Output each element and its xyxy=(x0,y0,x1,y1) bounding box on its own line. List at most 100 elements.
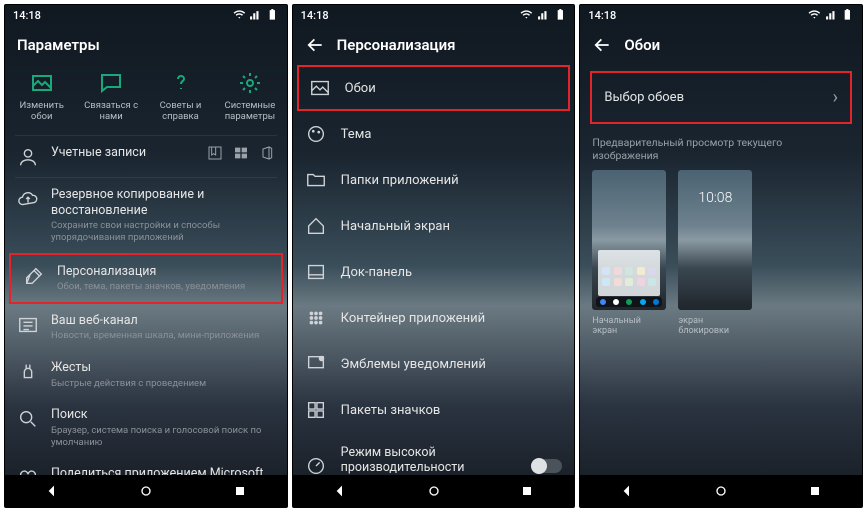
row-title: Жесты xyxy=(51,360,275,376)
row-title: Поиск xyxy=(51,407,275,423)
back-button[interactable] xyxy=(592,35,612,55)
wifi-icon xyxy=(233,9,246,22)
item-drawer[interactable]: Контейнер приложений xyxy=(293,295,575,341)
nav-recents[interactable] xyxy=(232,483,248,499)
preview-heading: Предварительный просмотр текущего изобра… xyxy=(580,136,862,170)
row-sub: Браузер, система поиска и голосовой поис… xyxy=(51,425,275,449)
nav-home[interactable] xyxy=(713,483,729,499)
item-label: Контейнер приложений xyxy=(341,311,563,326)
screen-personalization: 14:18 Персонализация Обои Тема Папки при… xyxy=(292,4,576,508)
quick-actions: Изменить обои Связаться с нами Советы и … xyxy=(5,65,287,135)
dock-icon xyxy=(305,261,327,283)
preview-thumb-lock: 10:08 xyxy=(678,170,752,310)
heart-icon xyxy=(17,467,39,475)
nav-recents[interactable] xyxy=(807,483,823,499)
row-share[interactable]: Поделиться приложением Microsoft Launche… xyxy=(5,457,287,475)
signal-icon xyxy=(537,9,550,22)
row-sub: Сохраните свои настройки и способы упоря… xyxy=(51,220,275,244)
row-accounts[interactable]: Учетные записи xyxy=(5,136,287,177)
home-icon xyxy=(305,215,327,237)
row-title: Поделиться приложением Microsoft Launche… xyxy=(51,466,275,475)
office-icon xyxy=(259,145,275,161)
item-performance[interactable]: Режим высокой производительности Отключи… xyxy=(293,433,575,475)
item-label: Пакеты значков xyxy=(341,403,563,418)
row-title: Персонализация xyxy=(57,264,269,280)
screen-wallpaper: 14:18 Обои Выбор обоев › Предварительный… xyxy=(579,4,863,508)
row-sub: Обои, тема, пакеты значков, уведомления xyxy=(57,281,269,293)
status-icons xyxy=(233,6,279,24)
nav-home[interactable] xyxy=(426,483,442,499)
preview-row: Начальный экран 10:08 экран блокировки xyxy=(580,170,862,336)
news-icon xyxy=(17,314,39,336)
account-app-icons xyxy=(207,145,275,161)
gesture-icon xyxy=(17,361,39,383)
wifi-icon xyxy=(808,9,821,22)
performance-toggle[interactable] xyxy=(532,459,562,473)
row-personalization[interactable]: ПерсонализацияОбои, тема, пакеты значков… xyxy=(9,253,283,304)
item-label: Папки приложений xyxy=(341,173,563,188)
preview-lock[interactable]: 10:08 экран блокировки xyxy=(678,170,752,336)
nav-back[interactable] xyxy=(44,483,60,499)
screen-settings: 14:18 Параметры Изменить обои Связаться … xyxy=(4,4,288,508)
qa-contact[interactable]: Связаться с нами xyxy=(80,71,142,123)
qa-system[interactable]: Системные параметры xyxy=(219,71,281,123)
header: Персонализация xyxy=(293,25,575,65)
row-sub: Быстрые действия с проведением xyxy=(51,378,275,390)
row-backup[interactable]: Резервное копирование и восстановлениеСо… xyxy=(5,178,287,253)
iconpack-icon xyxy=(305,399,327,421)
item-badges[interactable]: Эмблемы уведомлений xyxy=(293,341,575,387)
clock: 14:18 xyxy=(13,9,41,22)
status-bar: 14:18 xyxy=(5,5,287,25)
chat-icon xyxy=(99,71,123,95)
clock: 14:18 xyxy=(301,9,329,22)
back-button[interactable] xyxy=(305,35,325,55)
item-folders[interactable]: Папки приложений xyxy=(293,157,575,203)
qa-help[interactable]: Советы и справка xyxy=(150,71,212,123)
gear-icon xyxy=(238,71,262,95)
item-label: Начальный экран xyxy=(341,219,563,234)
chevron-right-icon: › xyxy=(833,87,838,108)
windows-icon xyxy=(233,145,249,161)
row-title: Учетные записи xyxy=(51,145,195,161)
wallpaper-select-row[interactable]: Выбор обоев › xyxy=(590,71,852,124)
status-icons xyxy=(520,6,566,24)
nav-bar xyxy=(5,475,287,507)
picture-icon xyxy=(30,71,54,95)
preview-home[interactable]: Начальный экран xyxy=(592,170,666,336)
header: Параметры xyxy=(5,25,287,65)
bookmark-icon xyxy=(207,145,223,161)
nav-back[interactable] xyxy=(332,483,348,499)
personalization-list: Обои Тема Папки приложений Начальный экр… xyxy=(293,65,575,475)
qa-label: Связаться с нами xyxy=(80,101,142,123)
status-bar: 14:18 xyxy=(293,5,575,25)
nav-bar xyxy=(293,475,575,507)
preview-thumb-home xyxy=(592,170,666,310)
wifi-icon xyxy=(520,9,533,22)
help-icon xyxy=(169,71,193,95)
qa-wallpaper[interactable]: Изменить обои xyxy=(11,71,73,123)
item-dock[interactable]: Док-панель xyxy=(293,249,575,295)
nav-home[interactable] xyxy=(138,483,154,499)
nav-recents[interactable] xyxy=(519,483,535,499)
item-label: Док-панель xyxy=(341,265,563,280)
preview-caption: Начальный экран xyxy=(592,316,666,336)
battery-icon xyxy=(266,6,279,24)
item-label: Обои xyxy=(345,81,559,96)
row-gestures[interactable]: Жесты Быстрые действия с проведением xyxy=(5,351,287,398)
nav-back[interactable] xyxy=(619,483,635,499)
item-home[interactable]: Начальный экран xyxy=(293,203,575,249)
row-title: Ваш веб-канал xyxy=(51,313,275,329)
speed-icon xyxy=(305,455,327,475)
item-wallpaper[interactable]: Обои xyxy=(297,65,571,111)
item-label: Эмблемы уведомлений xyxy=(341,357,563,372)
row-title: Резервное копирование и восстановление xyxy=(51,187,275,220)
row-search[interactable]: Поиск Браузер, система поиска и голосовой… xyxy=(5,398,287,457)
clock: 14:18 xyxy=(588,9,616,22)
row-sub: Новости, временная шкала, мини-приложени… xyxy=(51,330,275,342)
item-label: Тема xyxy=(341,127,563,142)
preview-caption: экран блокировки xyxy=(678,316,752,336)
item-iconpacks[interactable]: Пакеты значков xyxy=(293,387,575,433)
row-feed[interactable]: Ваш веб-каналНовости, временная шкала, м… xyxy=(5,304,287,351)
item-theme[interactable]: Тема xyxy=(293,111,575,157)
status-icons xyxy=(808,6,854,24)
